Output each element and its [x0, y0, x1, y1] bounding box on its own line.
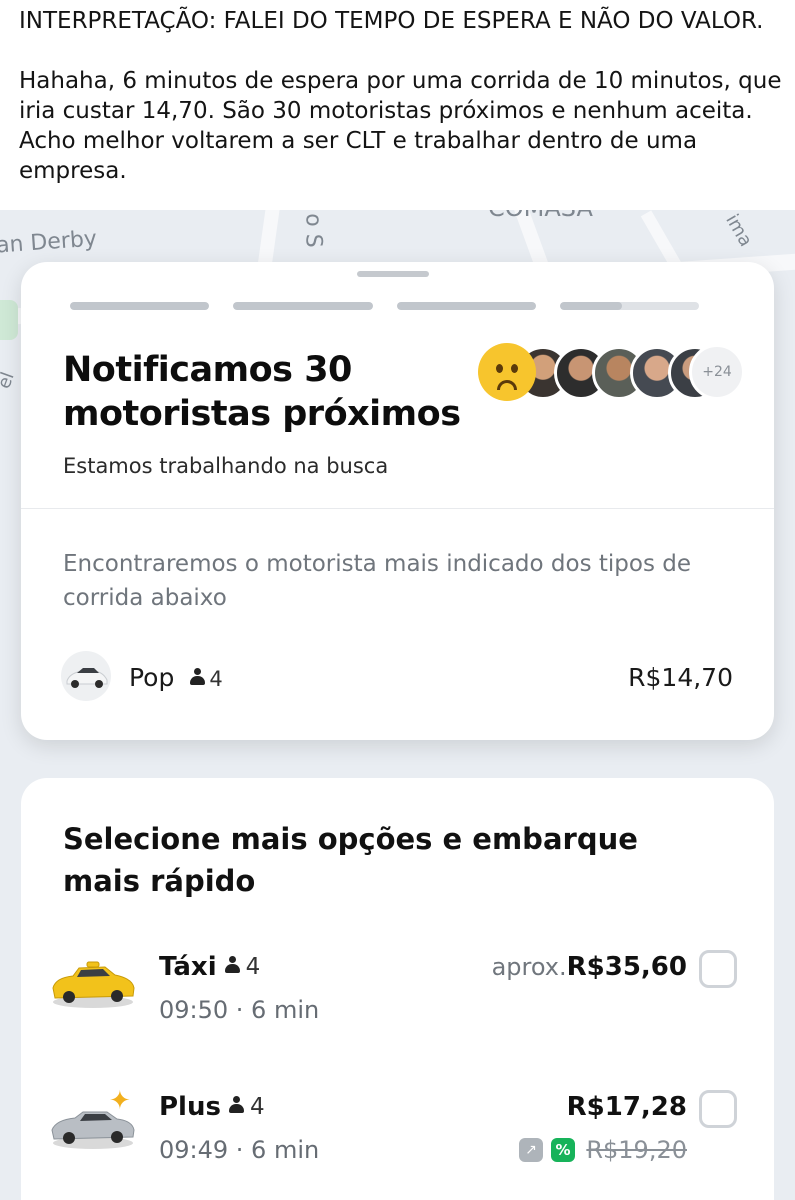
promo-badges: ↗ %: [519, 1138, 575, 1162]
map-label-street: o S: [300, 213, 326, 248]
ride-option-plus[interactable]: ✦ Plus 4 09:49 · 6 min R$17,28 ↗ % R$19,…: [49, 1086, 749, 1176]
car-silver-icon: ✦: [49, 1086, 137, 1152]
divider: [21, 508, 774, 509]
progress-segment: [233, 302, 373, 310]
ride-option-taxi[interactable]: Táxi 4 09:50 · 6 min aprox.R$35,60: [49, 946, 749, 1036]
progress-segment: [70, 302, 210, 310]
more-drivers-badge: +24: [689, 344, 745, 400]
ride-type-name: Pop 4: [129, 663, 223, 692]
person-icon: [224, 956, 240, 974]
seat-count-label: 4: [249, 1094, 265, 1120]
option-name: Táxi 4: [159, 952, 260, 982]
person-icon: [228, 1096, 244, 1114]
seat-count: 4: [224, 954, 261, 980]
ride-price: R$14,70: [628, 663, 733, 692]
map-label-derby: an Derby: [0, 226, 98, 259]
search-subtitle: Estamos trabalhando na busca: [63, 454, 389, 478]
seat-count: 4: [228, 1094, 265, 1120]
discount-icon: %: [551, 1138, 575, 1162]
drag-handle[interactable]: [357, 271, 429, 277]
option-old-price: R$19,20: [586, 1136, 687, 1164]
person-icon: [190, 668, 206, 686]
car-white-icon: [61, 651, 111, 701]
price-value: R$35,60: [566, 952, 687, 982]
driver-search-card: Notificamos 30 motoristas próximos Estam…: [21, 262, 774, 740]
option-eta: 09:49 · 6 min: [159, 1136, 320, 1164]
sparkle-icon: ✦: [109, 1086, 131, 1116]
map-label-ima: ima: [721, 210, 757, 251]
caption-line-1: INTERPRETAÇÃO: FALEI DO TEMPO DE ESPERA …: [19, 8, 764, 34]
option-price: R$17,28: [566, 1092, 687, 1122]
taxi-yellow-icon: [49, 952, 137, 1012]
approx-label: aprox.: [491, 953, 567, 981]
sad-emoji-icon: [478, 343, 536, 401]
option-eta: 09:50 · 6 min: [159, 996, 320, 1024]
trend-icon: ↗: [519, 1138, 543, 1162]
option-price: aprox.R$35,60: [492, 952, 687, 982]
progress-segment: [396, 302, 536, 310]
option-checkbox[interactable]: [699, 950, 737, 988]
selected-ride-row: Pop 4 R$14,70: [61, 651, 733, 705]
search-info-text: Encontraremos o motorista mais indicado …: [63, 551, 691, 611]
map-label-el: el: [0, 369, 19, 392]
seat-count-label: 4: [209, 667, 223, 691]
search-title: Notificamos 30 motoristas próximos: [63, 350, 461, 434]
option-name-label: Plus: [159, 1092, 221, 1122]
ride-name-label: Pop: [129, 663, 175, 692]
option-name-label: Táxi: [159, 952, 217, 982]
option-checkbox[interactable]: [699, 1090, 737, 1128]
post-caption: INTERPRETAÇÃO: FALEI DO TEMPO DE ESPERA …: [19, 6, 789, 186]
option-name: Plus 4: [159, 1092, 265, 1122]
options-title: Selecione mais opções e embarque mais rá…: [63, 822, 638, 898]
seat-count: 4: [190, 667, 223, 691]
seat-count-label: 4: [245, 954, 261, 980]
ride-options-sheet: Selecione mais opções e embarque mais rá…: [21, 778, 774, 1200]
caption-line-2: Hahaha, 6 minutos de espera por uma corr…: [19, 68, 782, 184]
progress-segment: [559, 302, 699, 310]
search-progress-bar: [70, 302, 699, 310]
map-label-comasa: COMASA: [488, 210, 593, 222]
